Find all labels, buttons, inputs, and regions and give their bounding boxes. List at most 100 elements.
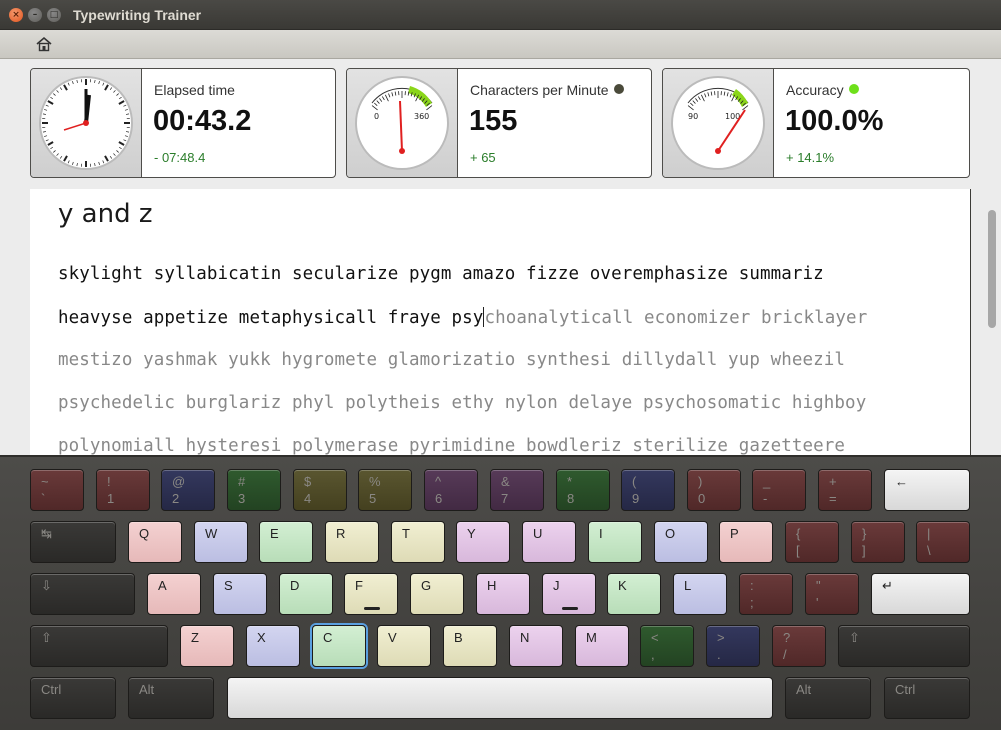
key-left-alt[interactable]: Alt [128,677,214,719]
key-h[interactable]: H [476,573,530,615]
key-tab[interactable]: ↹ [30,521,116,563]
key-slash[interactable]: ? / [772,625,826,667]
key-4[interactable]: $4 [293,469,347,511]
key-semicolon[interactable]: :; [739,573,793,615]
key-left-ctrl[interactable]: Ctrl [30,677,116,719]
key-a[interactable]: A [147,573,201,615]
key-label: " [816,578,821,593]
key-i[interactable]: I [588,521,642,563]
key-label: ↵ [882,578,893,593]
key-9[interactable]: (9 [621,469,675,511]
scroll-track [971,189,1001,455]
key-right-bracket[interactable]: }] [851,521,905,563]
key-right-shift[interactable]: ⇧ [838,625,970,667]
key-quote[interactable]: " ' [805,573,859,615]
key-backspace[interactable]: ← [884,469,970,511]
key-g[interactable]: G [410,573,464,615]
key-n[interactable]: N [509,625,563,667]
key-equals[interactable]: + = [818,469,872,511]
key-period[interactable]: >. [706,625,760,667]
scrollbar-thumb[interactable] [988,210,996,328]
key-label: Y [467,526,476,541]
key-7[interactable]: & 7 [490,469,544,511]
key-label: O [665,526,676,541]
key-p[interactable]: P [719,521,773,563]
key-y[interactable]: Y [456,521,510,563]
key-left-bracket[interactable]: {[ [785,521,839,563]
key-6[interactable]: ^ 6 [424,469,478,511]
key-o[interactable]: O [654,521,708,563]
key-label: J [553,578,560,593]
key-k[interactable]: K [607,573,661,615]
key-comma[interactable]: <, [640,625,694,667]
lesson-line-2: heavyse appetize metaphysicall fraye psy… [58,307,867,328]
key-label: ~ [41,474,49,489]
key-d[interactable]: D [279,573,333,615]
key-r[interactable]: R [325,521,379,563]
key-label: Alt [139,682,155,697]
key-t[interactable]: T [391,521,445,563]
key-2[interactable]: @2 [161,469,215,511]
key-label: = [829,491,837,506]
key-label: A [158,578,167,593]
cpm-gauge: 0 360 [347,69,458,177]
accuracy-gauge: 90 100 [663,69,774,177]
key-backslash[interactable]: | \ [916,521,970,563]
key-u[interactable]: U [522,521,576,563]
key-x[interactable]: X [246,625,300,667]
key-3[interactable]: #3 [227,469,281,511]
key-j[interactable]: J [542,573,596,615]
key-minus[interactable]: _ - [752,469,806,511]
key-backtick[interactable]: ~ ` [30,469,84,511]
key-label: . [717,647,721,662]
key-b[interactable]: B [443,625,497,667]
key-s[interactable]: S [213,573,267,615]
home-button[interactable] [34,35,54,53]
key-label: W [205,526,218,541]
key-label: S [224,578,233,593]
key-label: @ [172,474,186,489]
key-l[interactable]: L [673,573,727,615]
accuracy-gauge-min: 90 [688,112,698,121]
home-row-marker [364,607,380,610]
cpm-gauge-min: 0 [374,112,379,121]
key-w[interactable]: W [194,521,248,563]
key-label: H [487,578,497,593]
key-label: E [270,526,279,541]
lesson-text-area[interactable]: y and z skylight syllabicatin secularize… [30,189,970,455]
key-label: ; [750,595,754,610]
key-label: ' [816,595,819,610]
key-label: P [730,526,739,541]
key-5[interactable]: % 5 [358,469,412,511]
key-space[interactable] [227,677,773,719]
home-row-marker [562,607,578,610]
key-label: X [257,630,266,645]
cpm-gauge-max: 360 [414,112,429,121]
key-right-ctrl[interactable]: Ctrl [884,677,970,719]
key-label: $ [304,474,312,489]
key-c[interactable]: C [312,625,366,667]
key-8[interactable]: * 8 [556,469,610,511]
text-area-margin [0,189,30,455]
minimize-window-button[interactable]: – [28,8,42,22]
key-label: G [421,578,432,593]
clock-icon [39,76,133,170]
key-label: 8 [567,491,575,506]
key-v[interactable]: V [377,625,431,667]
key-caps-lock[interactable]: ⇩ [30,573,135,615]
key-0[interactable]: ) 0 [687,469,741,511]
key-label: ` [41,491,46,506]
key-1[interactable]: ! 1 [96,469,150,511]
lesson-line-5: polynomiall hysteresi polymerase pyrimid… [58,436,846,455]
key-m[interactable]: M [575,625,629,667]
key-enter[interactable]: ↵ [871,573,970,615]
key-right-alt[interactable]: Alt [785,677,871,719]
key-z[interactable]: Z [180,625,234,667]
key-label: & [501,474,510,489]
key-q[interactable]: Q [128,521,182,563]
key-left-shift[interactable]: ⇧ [30,625,168,667]
key-e[interactable]: E [259,521,313,563]
key-f[interactable]: F [344,573,398,615]
maximize-window-button[interactable]: □ [47,8,61,22]
close-window-button[interactable]: × [9,8,23,22]
